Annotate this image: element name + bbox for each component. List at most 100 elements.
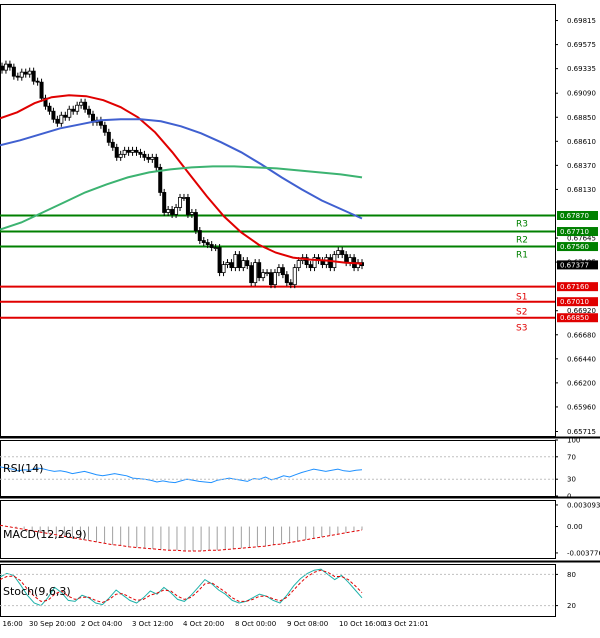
candle-up — [253, 262, 258, 284]
price-y-tick-label: 0.69575 — [567, 41, 596, 49]
macd-y-tick-label: 0.00 — [567, 523, 583, 531]
candle-down — [110, 141, 115, 148]
price-y-tick-label: 0.66680 — [567, 331, 596, 339]
level-price-tag-label: 0.67160 — [560, 283, 589, 291]
x-axis-label: 13 Oct 21:01 — [383, 620, 429, 628]
price-y-tick-label: 0.69090 — [567, 90, 596, 98]
candle-up — [27, 70, 32, 75]
x-axis-label: 4 Oct 20:00 — [183, 620, 224, 628]
candle-up — [233, 254, 238, 269]
x-axis-label: 30 Sep 20:00 — [29, 620, 76, 628]
candle-up — [3, 63, 8, 71]
macd-title: MACD(12,26,9) — [3, 528, 87, 541]
stoch-y-tick-label: 80 — [567, 571, 576, 579]
candle-down — [229, 262, 234, 269]
candle-up — [296, 260, 301, 269]
candle-down — [7, 63, 12, 68]
x-axis-label: 9 Oct 08:00 — [287, 620, 328, 628]
candle-down — [193, 212, 198, 231]
level-price-tag-label: 0.66850 — [560, 314, 589, 322]
level-price-tag-label: 0.67010 — [560, 298, 589, 306]
candle-down — [51, 110, 56, 120]
candle-down — [83, 101, 88, 110]
candle-down — [35, 80, 40, 83]
price-y-tick-label: 0.68610 — [567, 138, 596, 146]
candle-up — [118, 153, 123, 158]
candle-down — [344, 254, 349, 263]
candle-down — [257, 262, 262, 279]
candle-down — [269, 272, 274, 286]
price-y-tick-label: 0.65715 — [567, 428, 596, 436]
candle-up — [178, 197, 183, 208]
candle-down — [11, 66, 16, 77]
candle-up — [189, 212, 194, 215]
rsi-y-tick-label: 0 — [567, 493, 571, 501]
level-label-r3: R3 — [516, 219, 528, 229]
candle-down — [209, 244, 214, 248]
candle-down — [15, 75, 20, 78]
candle-down — [39, 81, 44, 99]
price-y-tick-label: 0.68370 — [567, 162, 596, 170]
candle-up — [122, 149, 127, 155]
candle-down — [201, 240, 206, 243]
candle-down — [87, 108, 92, 115]
candle-up — [67, 108, 72, 118]
candle-up — [59, 114, 64, 124]
chart-container: 0.69815 0.69575 0.69335 0.69090 0.68850 0.686… — [0, 0, 600, 634]
candle-down — [328, 257, 333, 269]
candle-down — [142, 153, 147, 158]
x-axis-label: 29 Sep 16:00 — [0, 620, 23, 628]
price-y-tick-label: 0.69815 — [567, 17, 596, 25]
candle-down — [288, 282, 293, 286]
candle-down — [55, 118, 60, 124]
x-axis-label: 10 Oct 16:00 — [339, 620, 385, 628]
rsi-y-tick-label: 70 — [567, 453, 576, 461]
candle-up — [261, 272, 266, 279]
candle-up — [276, 267, 281, 274]
rsi-title: RSI(14) — [3, 462, 43, 475]
x-axis-label: 8 Oct 00:00 — [235, 620, 276, 628]
candle-down — [245, 260, 250, 267]
candle-down — [0, 65, 4, 71]
level-label-s3: S3 — [516, 324, 527, 334]
last-price-tag-label: 0.67377 — [560, 261, 589, 269]
candle-down — [249, 265, 254, 284]
price-y-tick-label: 0.69335 — [567, 65, 596, 73]
candle-down — [47, 105, 52, 112]
price-y-tick-label: 0.68850 — [567, 114, 596, 122]
chart-svg: 0.69815 0.69575 0.69335 0.69090 0.68850 0.686… — [0, 0, 600, 634]
candle-down — [126, 149, 131, 153]
x-axis-label: 2 Oct 04:00 — [81, 620, 122, 628]
rsi-y-tick-label: 100 — [567, 437, 580, 445]
candle-up — [292, 267, 297, 286]
candle-up — [150, 156, 155, 160]
candle-down — [284, 274, 289, 284]
level-label-r1: R1 — [516, 251, 528, 261]
price-y-tick-label: 0.66200 — [567, 379, 596, 387]
candle-down — [280, 267, 285, 276]
candle-down — [340, 250, 345, 255]
candle-up — [336, 250, 341, 255]
price-y-tick-label: 0.65960 — [567, 403, 596, 411]
price-y-tick-label: 0.68130 — [567, 186, 596, 194]
candle-down — [106, 131, 111, 143]
level-price-tag-label: 0.67560 — [560, 243, 589, 251]
candle-down — [205, 242, 210, 245]
candle-down — [237, 254, 242, 269]
candle-up — [166, 209, 171, 213]
candle-down — [71, 108, 76, 112]
candle-down — [31, 70, 36, 82]
candle-up — [225, 262, 230, 266]
candle-down — [23, 71, 28, 75]
candle-down — [170, 209, 175, 215]
macd-y-tick-label: 0.003093 — [567, 501, 600, 509]
level-price-tag-label: 0.67710 — [560, 228, 589, 236]
candle-down — [154, 156, 159, 168]
level-price-tag-label: 0.67870 — [560, 212, 589, 220]
candle-up — [265, 272, 270, 275]
candle-up — [221, 264, 226, 274]
candle-down — [134, 149, 139, 153]
candle-down — [138, 151, 143, 155]
candle-down — [162, 192, 167, 213]
candle-up — [79, 101, 84, 106]
